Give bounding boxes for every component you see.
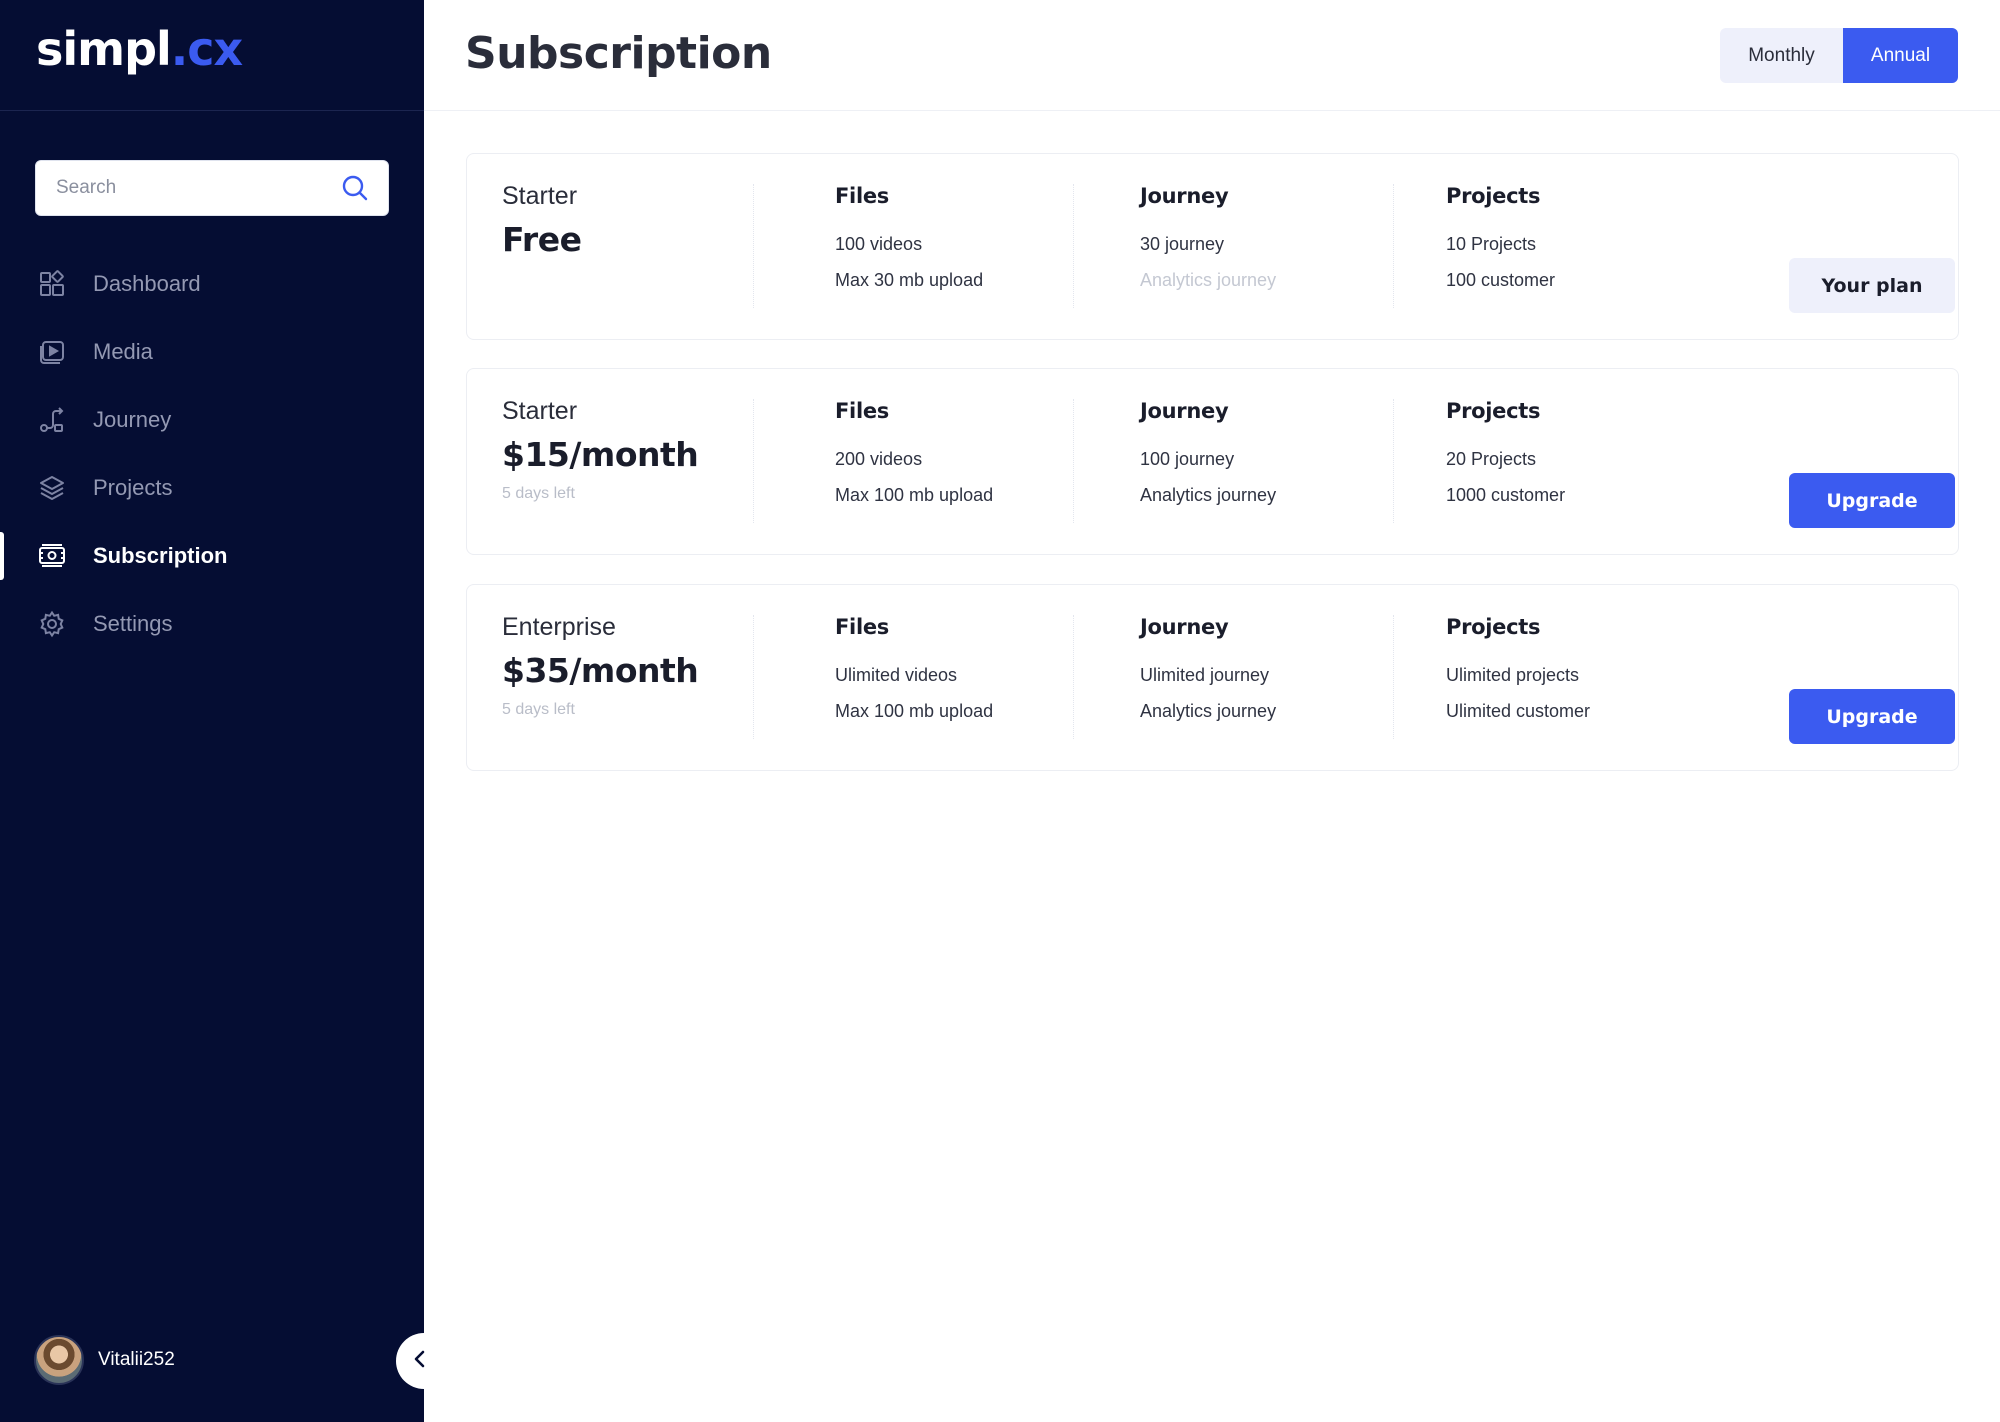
journey-heading: Journey <box>1140 399 1229 423</box>
projects-line: 100 customer <box>1446 270 1556 290</box>
journey-line: 30 journey <box>1140 234 1225 254</box>
column-divider <box>1073 399 1074 523</box>
files-line: 200 videos <box>835 449 923 469</box>
search-box <box>35 160 389 216</box>
days-left: 5 days left <box>502 701 575 718</box>
sidebar-item-settings[interactable]: Settings <box>0 590 424 658</box>
page-title: Subscription <box>465 28 772 79</box>
days-left: 5 days left <box>502 485 575 502</box>
column-divider <box>1393 399 1394 523</box>
upgrade-button[interactable]: Upgrade <box>1789 689 1955 744</box>
column-divider <box>753 399 754 523</box>
gear-icon <box>36 608 68 640</box>
journey-line: Ulimited journey <box>1140 665 1270 685</box>
sidebar-item-label: Media <box>93 339 153 364</box>
monthly-toggle-button[interactable]: Monthly <box>1720 28 1843 83</box>
plan-tier: Starter <box>502 397 578 425</box>
plan-price: Free <box>502 220 582 259</box>
plan-card-starter-15: Starter $15/month 5 days left Files 200 … <box>466 368 1959 555</box>
logo-text-accent: .cx <box>170 22 243 76</box>
billing-period-toggle: Monthly Annual <box>1720 28 1958 83</box>
plan-tier: Enterprise <box>502 613 616 641</box>
projects-column: Projects Ulimited projects Ulimited cust… <box>1446 615 1590 722</box>
header-divider <box>424 110 2000 111</box>
plan-card-enterprise: Enterprise $35/month 5 days left Files U… <box>466 584 1959 771</box>
projects-line: Ulimited customer <box>1446 701 1591 721</box>
projects-line: Ulimited projects <box>1446 665 1580 685</box>
your-plan-button[interactable]: Your plan <box>1789 258 1955 313</box>
projects-column: Projects 20 Projects 1000 customer <box>1446 399 1565 506</box>
journey-icon <box>36 404 68 436</box>
layers-icon <box>36 472 68 504</box>
sidebar-item-label: Subscription <box>93 543 228 568</box>
files-heading: Files <box>835 615 889 639</box>
files-line: Max 100 mb upload <box>835 701 994 721</box>
sidebar-item-dashboard[interactable]: Dashboard <box>0 250 424 318</box>
sidebar-divider <box>0 110 424 111</box>
column-divider <box>753 615 754 739</box>
sidebar-item-label: Journey <box>93 407 172 432</box>
files-column: Files 100 videos Max 30 mb upload <box>835 184 983 291</box>
sidebar-item-label: Settings <box>93 611 173 636</box>
sidebar-nav: Dashboard Media Journey Projects Subscri… <box>0 250 424 658</box>
files-column: Files Ulimited videos Max 100 mb upload <box>835 615 993 722</box>
plan-tier: Starter <box>502 182 578 210</box>
journey-heading: Journey <box>1140 615 1229 639</box>
projects-line: 20 Projects <box>1446 449 1537 469</box>
journey-line: Analytics journey <box>1140 485 1277 505</box>
column-divider <box>1073 184 1074 308</box>
journey-column: Journey 30 journey Analytics journey <box>1140 184 1276 291</box>
column-divider <box>1393 184 1394 308</box>
username: Vitalii252 <box>98 1349 175 1370</box>
projects-heading: Projects <box>1446 399 1541 423</box>
user-profile[interactable]: Vitalii252 <box>34 1335 175 1385</box>
files-line: Ulimited videos <box>835 665 958 685</box>
column-divider <box>1073 615 1074 739</box>
files-line: Max 30 mb upload <box>835 270 984 290</box>
search-icon[interactable] <box>340 173 370 203</box>
sidebar-item-media[interactable]: Media <box>0 318 424 386</box>
sidebar-item-label: Projects <box>93 475 173 500</box>
journey-line: Analytics journey <box>1140 701 1277 721</box>
journey-line-disabled: Analytics journey <box>1140 270 1277 290</box>
files-line: 100 videos <box>835 234 923 254</box>
money-icon <box>36 540 68 572</box>
journey-column: Journey Ulimited journey Analytics journ… <box>1140 615 1276 722</box>
projects-heading: Projects <box>1446 184 1541 208</box>
search-input[interactable] <box>56 177 340 199</box>
files-column: Files 200 videos Max 100 mb upload <box>835 399 993 506</box>
brand-logo[interactable]: simpl .cx <box>36 22 243 86</box>
dashboard-icon <box>36 268 68 300</box>
column-divider <box>1393 615 1394 739</box>
projects-line: 10 Projects <box>1446 234 1537 254</box>
sidebar-item-journey[interactable]: Journey <box>0 386 424 454</box>
plan-price: $15/month <box>502 435 699 474</box>
files-heading: Files <box>835 399 889 423</box>
journey-line: 100 journey <box>1140 449 1235 469</box>
journey-heading: Journey <box>1140 184 1229 208</box>
journey-column: Journey 100 journey Analytics journey <box>1140 399 1276 506</box>
files-heading: Files <box>835 184 889 208</box>
sidebar-item-subscription[interactable]: Subscription <box>0 522 424 590</box>
logo-text-main: simpl <box>36 22 172 76</box>
plan-card-starter-free: Starter Free Files 100 videos Max 30 mb … <box>466 153 1959 340</box>
main-content: Subscription Monthly Annual Starter Free… <box>424 0 2000 1422</box>
files-line: Max 100 mb upload <box>835 485 994 505</box>
plan-price: $35/month <box>502 651 699 690</box>
sidebar: simpl.cx Dashboard Media Journey <box>0 0 424 1422</box>
projects-heading: Projects <box>1446 615 1541 639</box>
annual-toggle-button[interactable]: Annual <box>1843 28 1958 83</box>
sidebar-item-projects[interactable]: Projects <box>0 454 424 522</box>
sidebar-item-label: Dashboard <box>93 271 201 296</box>
upgrade-button[interactable]: Upgrade <box>1789 473 1955 528</box>
projects-line: 1000 customer <box>1446 485 1566 505</box>
projects-column: Projects 10 Projects 100 customer <box>1446 184 1555 291</box>
column-divider <box>753 184 754 308</box>
media-icon <box>36 336 68 368</box>
avatar[interactable] <box>34 1335 84 1385</box>
